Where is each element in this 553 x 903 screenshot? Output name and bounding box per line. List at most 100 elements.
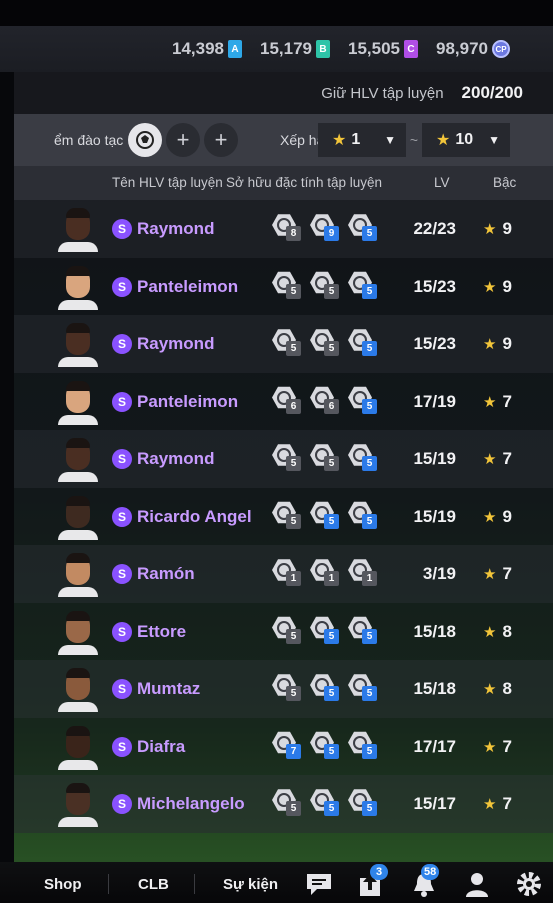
- training-trait-icon[interactable]: 5: [348, 271, 378, 301]
- col-name[interactable]: Tên HLV tập luyện: [112, 175, 223, 190]
- trait-list: 5 5 5: [272, 271, 378, 301]
- training-trait-icon[interactable]: 5: [272, 328, 302, 358]
- trait-list: 5 5 5: [272, 501, 378, 531]
- add-filter-button-2[interactable]: +: [204, 123, 238, 157]
- trait-level: 8: [286, 226, 301, 241]
- training-trait-filter-button[interactable]: [128, 123, 162, 157]
- avatar-hair: [66, 380, 90, 391]
- avatar-hair: [66, 265, 90, 276]
- coach-quota: Giữ HLV tập luyện 200/200: [14, 72, 553, 114]
- coach-row[interactable]: S Diafra 7 5 5 17/17 ★ 7: [14, 717, 553, 775]
- special-grade-badge: S: [112, 276, 132, 297]
- training-trait-icon[interactable]: 7: [272, 731, 302, 761]
- training-trait-icon[interactable]: 5: [310, 443, 340, 473]
- training-trait-icon[interactable]: 5: [348, 443, 378, 473]
- training-trait-icon[interactable]: 5: [348, 788, 378, 818]
- coach-level: 15/23: [413, 334, 456, 353]
- special-grade-badge: S: [112, 219, 132, 239]
- coach-row[interactable]: S Ramón 1 1 1 3/19 ★ 7: [14, 545, 553, 603]
- training-trait-icon[interactable]: 1: [348, 558, 378, 588]
- coach-name: Panteleimon: [137, 391, 239, 411]
- trait-level: 7: [286, 743, 301, 759]
- coach-row[interactable]: S Mumtaz 5 5 5 15/18 ★ 8: [14, 660, 553, 718]
- currency-a-icon: A: [228, 40, 242, 58]
- coach-row[interactable]: S Panteleimon 6 6 5 17/19 ★ 7: [14, 372, 553, 430]
- col-lv[interactable]: LV: [434, 175, 450, 190]
- coach-row[interactable]: S Ettore 5 5 5 15/18 ★ 8: [14, 602, 553, 660]
- coach-row[interactable]: S Raymond 8 9 5 22/23 ★ 9: [14, 200, 553, 258]
- grade-value: 7: [502, 564, 512, 583]
- col-grade[interactable]: Bậc: [493, 175, 516, 190]
- trait-list: 8 9 5: [272, 213, 378, 243]
- gear-icon[interactable]: [514, 870, 544, 898]
- nav-clb[interactable]: CLB: [138, 876, 169, 893]
- special-grade-badge: S: [112, 334, 132, 354]
- coach-level: 15/17: [413, 794, 456, 813]
- training-trait-icon[interactable]: 5: [272, 271, 302, 301]
- bottom-nav: Shop CLB Sự kiện 3 58: [0, 862, 553, 903]
- training-trait-icon[interactable]: 5: [272, 788, 302, 818]
- training-trait-icon[interactable]: 9: [310, 213, 340, 243]
- coach-row[interactable]: S Michelangelo 5 5 5 15/17 ★ 7: [14, 775, 553, 833]
- bell-icon[interactable]: 58: [409, 864, 440, 898]
- special-grade-badge: S: [112, 794, 132, 814]
- training-trait-icon[interactable]: 5: [310, 788, 340, 818]
- coach-row[interactable]: S Raymond 5 5 5 15/23 ★ 9: [14, 315, 553, 373]
- coach-level: 15/18: [413, 679, 456, 698]
- training-trait-icon[interactable]: 5: [348, 386, 378, 416]
- trait-level: 5: [324, 743, 339, 759]
- training-trait-icon[interactable]: 6: [310, 386, 340, 416]
- coach-row[interactable]: S Raymond 5 5 5 15/19 ★ 7: [14, 430, 553, 488]
- training-trait-icon[interactable]: 5: [310, 673, 340, 703]
- star-icon: ★: [483, 508, 497, 526]
- training-trait-icon[interactable]: 5: [310, 731, 340, 761]
- chat-icon[interactable]: [304, 870, 334, 898]
- col-traits[interactable]: Sở hữu đặc tính tập luyện: [226, 175, 382, 190]
- coach-grade: ★ 7: [483, 794, 512, 814]
- training-trait-icon[interactable]: 5: [272, 443, 302, 473]
- coach-avatar: [58, 551, 98, 597]
- coach-avatar: [58, 724, 98, 770]
- training-trait-icon[interactable]: 5: [348, 731, 378, 761]
- training-trait-icon[interactable]: 5: [272, 616, 302, 646]
- avatar-shirt: [58, 357, 98, 367]
- training-trait-icon[interactable]: 5: [348, 673, 378, 703]
- coach-avatar: [58, 436, 98, 482]
- training-trait-icon[interactable]: 8: [272, 213, 302, 243]
- upload-icon[interactable]: 3: [356, 864, 388, 898]
- training-trait-icon[interactable]: 5: [272, 501, 302, 531]
- training-trait-icon[interactable]: 1: [272, 558, 302, 588]
- training-trait-icon[interactable]: 1: [310, 558, 340, 588]
- coach-row[interactable]: S Ricardo Angel 5 5 5 15/19 ★ 9: [14, 487, 553, 545]
- training-trait-icon[interactable]: 5: [310, 616, 340, 646]
- trait-level: 5: [286, 801, 301, 816]
- nav-events[interactable]: Sự kiện: [223, 876, 278, 893]
- rank-to-dropdown[interactable]: ★ 10 ▼: [422, 123, 510, 157]
- coach-avatar: [58, 264, 98, 310]
- trait-level: 5: [324, 801, 339, 816]
- star-icon: ★: [483, 623, 497, 641]
- training-trait-icon[interactable]: 5: [310, 501, 340, 531]
- profile-icon[interactable]: [462, 870, 492, 898]
- star-icon: ★: [483, 738, 497, 756]
- nav-shop[interactable]: Shop: [44, 876, 82, 893]
- training-trait-icon[interactable]: 5: [310, 271, 340, 301]
- coach-row[interactable]: S Panteleimon 5 5 5 15/23 ★ 9: [14, 257, 553, 315]
- coach-level: 15/23: [413, 276, 456, 296]
- star-icon: ★: [483, 336, 497, 353]
- coach-grade: ★ 7: [483, 449, 512, 469]
- training-trait-icon[interactable]: 5: [348, 328, 378, 358]
- training-trait-icon[interactable]: 5: [348, 501, 378, 531]
- nav-divider: [108, 874, 109, 894]
- rank-from-dropdown[interactable]: ★ 1 ▼: [318, 123, 406, 157]
- plus-icon: +: [176, 127, 190, 152]
- trait-level: 5: [362, 743, 377, 759]
- training-trait-icon[interactable]: 6: [272, 386, 302, 416]
- upload-badge: 3: [370, 864, 388, 880]
- grade-value: 9: [502, 276, 512, 296]
- training-trait-icon[interactable]: 5: [348, 616, 378, 646]
- training-trait-icon[interactable]: 5: [310, 328, 340, 358]
- training-trait-icon[interactable]: 5: [348, 213, 378, 243]
- training-trait-icon[interactable]: 5: [272, 673, 302, 703]
- add-filter-button-1[interactable]: +: [166, 123, 200, 157]
